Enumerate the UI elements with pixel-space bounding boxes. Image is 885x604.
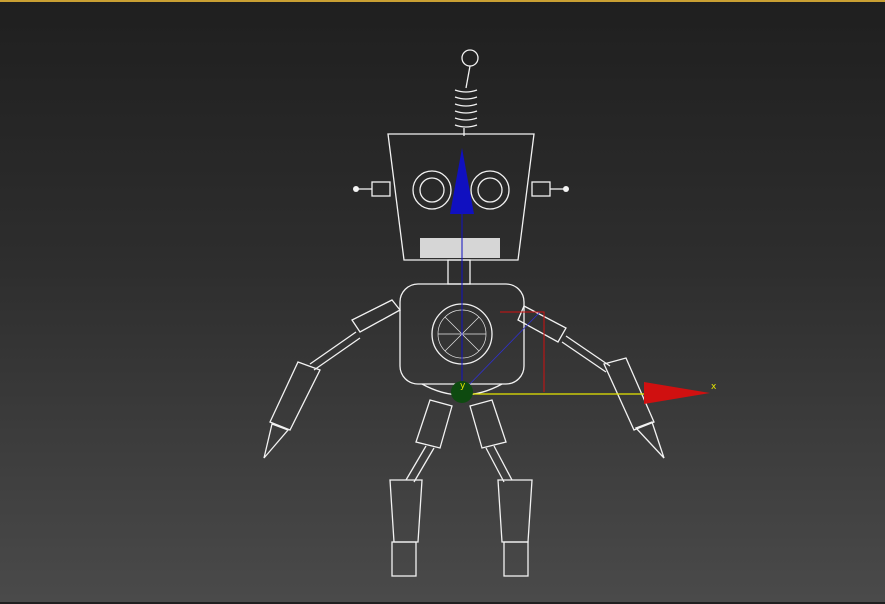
robot-left-leg xyxy=(389,399,453,577)
robot-right-arm xyxy=(517,305,665,459)
transform-gizmo[interactable] xyxy=(450,148,710,404)
viewport[interactable]: x y xyxy=(0,0,885,602)
x-axis-arrow[interactable] xyxy=(644,382,710,404)
robot-left-arm xyxy=(263,299,401,459)
x-axis-label: x xyxy=(711,382,717,392)
antenna xyxy=(454,49,479,136)
robot-right-leg xyxy=(469,399,533,577)
robot-neck xyxy=(447,259,471,285)
z-axis-arrow[interactable] xyxy=(450,148,474,214)
robot-wireframe-model[interactable] xyxy=(0,2,885,604)
y-axis-label: y xyxy=(460,381,466,391)
